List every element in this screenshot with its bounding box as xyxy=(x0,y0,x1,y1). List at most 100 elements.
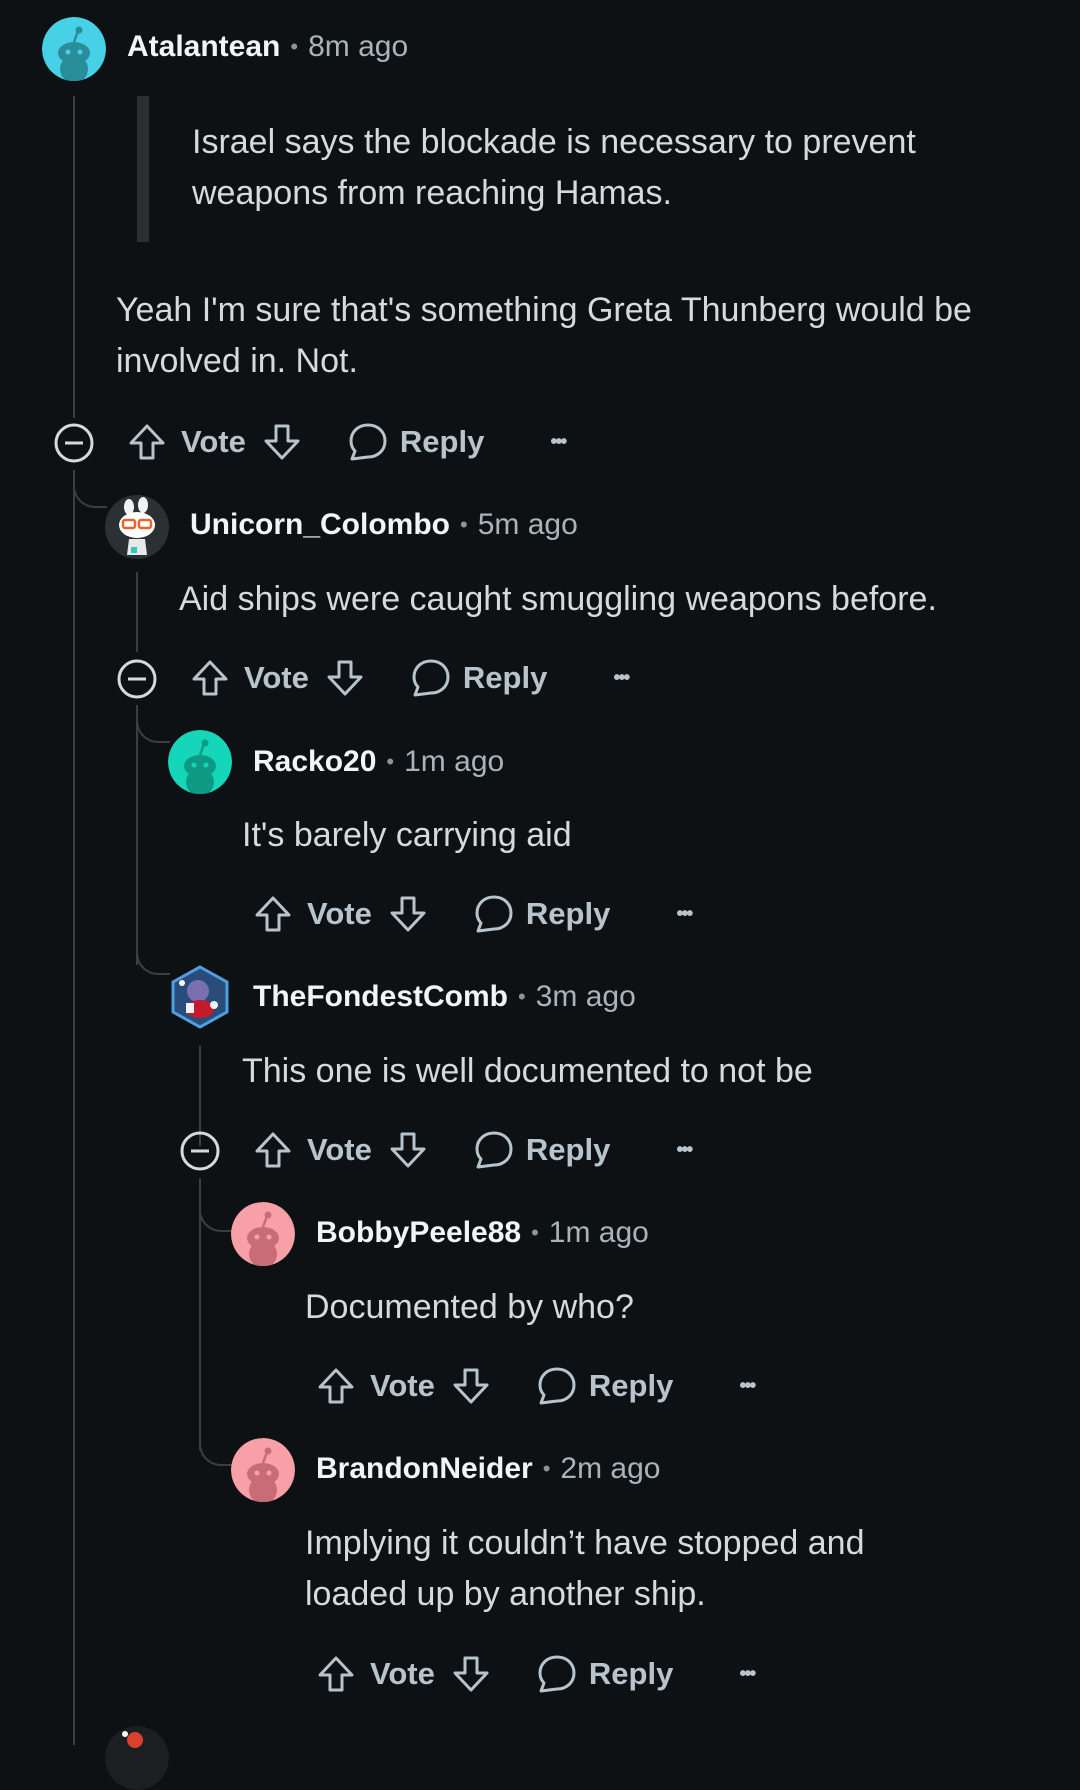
comment-meta: Unicorn_Colombo • 5m ago xyxy=(190,508,578,542)
avatar[interactable] xyxy=(105,495,169,559)
reply-button[interactable]: Reply xyxy=(409,656,547,700)
reply-label: Reply xyxy=(588,1368,674,1403)
separator-dot: • xyxy=(542,1456,551,1481)
reply-button[interactable]: Reply xyxy=(346,420,484,464)
snoo-avatar-icon xyxy=(42,17,106,81)
timestamp: 1m ago xyxy=(548,1216,649,1249)
timestamp: 3m ago xyxy=(535,980,636,1013)
username[interactable]: Unicorn_Colombo xyxy=(190,508,450,542)
downvote-icon[interactable] xyxy=(260,420,304,464)
comment-body: Documented by who? xyxy=(305,1288,634,1326)
comment-actions: Vote Reply ••• xyxy=(314,1650,756,1698)
snoo-avatar-icon xyxy=(168,730,232,794)
upvote-icon[interactable] xyxy=(314,1364,358,1408)
comment-meta: BrandonNeider • 2m ago xyxy=(316,1452,660,1486)
username[interactable]: BrandonNeider xyxy=(316,1452,533,1486)
more-options-icon[interactable]: ••• xyxy=(613,667,630,690)
more-options-icon[interactable]: ••• xyxy=(550,431,567,454)
thread-line xyxy=(136,705,138,965)
thread-branch xyxy=(136,940,170,975)
thread-branch xyxy=(199,1178,233,1232)
timestamp: 1m ago xyxy=(404,745,505,778)
blockquote-text: Israel says the blockade is necessary to… xyxy=(192,123,916,212)
avatar[interactable] xyxy=(231,1438,295,1502)
separator-dot: • xyxy=(460,512,468,537)
reply-button[interactable]: Reply xyxy=(535,1364,673,1408)
vote-label: Vote xyxy=(370,1368,435,1403)
reply-label: Reply xyxy=(462,660,548,695)
avatar[interactable] xyxy=(168,730,232,794)
chat-bubble-icon xyxy=(538,1655,576,1693)
username[interactable]: TheFondestComb xyxy=(253,980,508,1014)
reply-label: Reply xyxy=(399,424,485,459)
upvote-icon[interactable] xyxy=(125,420,169,464)
separator-dot: • xyxy=(290,34,299,59)
custom-snoo-avatar-icon xyxy=(105,495,169,559)
upvote-icon[interactable] xyxy=(314,1652,358,1696)
thread-branch xyxy=(136,705,170,743)
reply-button[interactable]: Reply xyxy=(472,892,610,936)
timestamp: 2m ago xyxy=(560,1452,661,1485)
reply-button[interactable]: Reply xyxy=(535,1652,673,1696)
upvote-icon[interactable] xyxy=(251,1128,295,1172)
reply-label: Reply xyxy=(525,896,611,931)
comment-body: Yeah I'm sure that's something Greta Thu… xyxy=(116,291,972,380)
more-options-icon[interactable]: ••• xyxy=(739,1375,756,1398)
timestamp: 8m ago xyxy=(308,30,409,63)
comment-actions: Vote Reply ••• xyxy=(251,1126,693,1174)
comment-meta: TheFondestComb • 3m ago xyxy=(253,980,636,1014)
vote-label: Vote xyxy=(181,424,246,459)
separator-dot: • xyxy=(518,984,526,1009)
avatar[interactable] xyxy=(168,965,232,1029)
blockquote-bar xyxy=(137,96,149,242)
reply-label: Reply xyxy=(525,1132,611,1167)
separator-dot: • xyxy=(531,1220,539,1245)
downvote-icon[interactable] xyxy=(449,1652,493,1696)
collapse-thread-icon[interactable] xyxy=(53,422,95,464)
snoo-avatar-icon xyxy=(105,1726,169,1790)
comment-actions: Vote Reply ••• xyxy=(314,1362,756,1410)
reply-label: Reply xyxy=(588,1656,674,1691)
more-options-icon[interactable]: ••• xyxy=(739,1663,756,1686)
more-options-icon[interactable]: ••• xyxy=(676,903,693,926)
comment-meta: Racko20 • 1m ago xyxy=(253,745,504,779)
collapse-thread-icon[interactable] xyxy=(116,658,158,700)
thread-line xyxy=(73,96,75,418)
thread-branch xyxy=(73,470,107,508)
downvote-icon[interactable] xyxy=(386,892,430,936)
collapse-thread-icon[interactable] xyxy=(179,1130,221,1172)
downvote-icon[interactable] xyxy=(323,656,367,700)
snoo-avatar-icon xyxy=(231,1202,295,1266)
comment-actions: Vote Reply ••• xyxy=(188,654,630,702)
hexagon-avatar-icon xyxy=(171,965,229,1029)
comment-meta: BobbyPeele88 • 1m ago xyxy=(316,1216,649,1250)
username[interactable]: Atalantean xyxy=(127,30,280,64)
thread-line xyxy=(136,572,138,652)
comment-body: Implying it couldn’t have stopped and lo… xyxy=(305,1524,865,1613)
chat-bubble-icon xyxy=(475,895,513,933)
comment-body: It's barely carrying aid xyxy=(242,816,572,854)
reply-button[interactable]: Reply xyxy=(472,1128,610,1172)
upvote-icon[interactable] xyxy=(251,892,295,936)
chat-bubble-icon xyxy=(349,423,387,461)
thread-branch xyxy=(199,1420,233,1466)
username[interactable]: Racko20 xyxy=(253,745,376,779)
snoo-avatar-icon xyxy=(231,1438,295,1502)
comment-actions: Vote Reply ••• xyxy=(125,418,567,466)
vote-label: Vote xyxy=(307,896,372,931)
thread-line xyxy=(73,470,75,1745)
avatar[interactable] xyxy=(231,1202,295,1266)
comment-meta: Atalantean • 8m ago xyxy=(127,30,408,64)
username[interactable]: BobbyPeele88 xyxy=(316,1216,521,1250)
chat-bubble-icon xyxy=(538,1367,576,1405)
avatar[interactable] xyxy=(105,1726,169,1790)
upvote-icon[interactable] xyxy=(188,656,232,700)
downvote-icon[interactable] xyxy=(386,1128,430,1172)
separator-dot: • xyxy=(386,749,395,774)
vote-label: Vote xyxy=(244,660,309,695)
downvote-icon[interactable] xyxy=(449,1364,493,1408)
timestamp: 5m ago xyxy=(477,508,578,541)
avatar[interactable] xyxy=(42,17,106,81)
chat-bubble-icon xyxy=(475,1131,513,1169)
more-options-icon[interactable]: ••• xyxy=(676,1139,693,1162)
